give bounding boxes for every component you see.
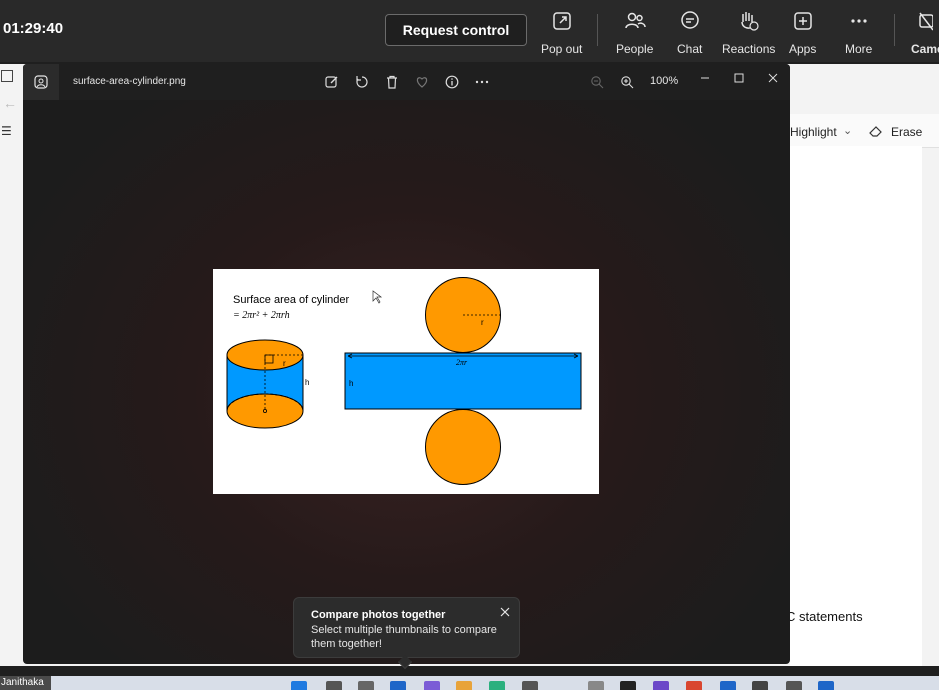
cylinder-radius-label: r [283, 359, 286, 368]
task-view-icon[interactable] [358, 681, 374, 690]
back-arrow-icon[interactable]: ← [3, 95, 17, 111]
toast-body: Select multiple thumbnails to compare th… [311, 624, 497, 650]
chevron-down-icon[interactable]: ⌄ [843, 124, 852, 137]
apps-label: Apps [789, 42, 817, 56]
meeting-timer: 01:29:40 [3, 20, 64, 37]
toolbar-divider [597, 14, 598, 46]
reactions-icon [740, 12, 759, 31]
favorite-icon [416, 77, 428, 88]
more-options-button[interactable] [474, 74, 490, 90]
dropbox-icon[interactable] [620, 681, 636, 690]
reactions-label: Reactions [722, 42, 776, 56]
diagram-formula: = 2πr² + 2πrh [233, 310, 290, 321]
people-button[interactable]: People [616, 10, 653, 56]
teams-active-icon[interactable] [653, 681, 669, 690]
apps-button[interactable]: Apps [789, 10, 816, 56]
request-control-button[interactable]: Request control [385, 14, 527, 46]
net-bottom-circle [425, 409, 501, 485]
maximize-button[interactable] [729, 68, 749, 88]
close-window-button[interactable] [763, 68, 783, 88]
chat-label: Chat [677, 42, 703, 56]
document-text: C statements [786, 609, 863, 624]
mouse-cursor-icon [372, 290, 383, 304]
minimize-button[interactable] [695, 68, 715, 88]
erase-tool[interactable]: Erase [891, 125, 922, 139]
camera-off-icon [919, 12, 933, 31]
pop-out-button[interactable]: Pop out [541, 10, 582, 56]
store-icon[interactable] [522, 681, 538, 690]
rotate-icon [356, 76, 368, 88]
search-icon[interactable] [326, 681, 342, 690]
info-icon [445, 75, 459, 89]
minimize-icon [701, 77, 709, 79]
start-icon[interactable] [291, 681, 307, 690]
camera-button[interactable]: Came [911, 10, 939, 56]
outlook-icon[interactable] [720, 681, 736, 690]
close-icon [768, 73, 778, 83]
compare-photos-toast: Compare photos together Select multiple … [293, 597, 520, 670]
teams-icon[interactable] [424, 681, 440, 690]
edit-button[interactable] [324, 74, 340, 90]
zoom-in-icon [621, 76, 634, 89]
list-icon[interactable]: ☰ [1, 124, 12, 138]
delete-button[interactable] [384, 74, 400, 90]
eraser-icon [869, 126, 882, 137]
meeting-control-bar: 01:29:40 Request control Pop out People … [0, 0, 939, 62]
app2-icon[interactable] [786, 681, 802, 690]
viewer-tab[interactable] [23, 64, 59, 100]
toast-pointer [397, 654, 413, 670]
more-icon [851, 19, 867, 23]
cylinder-3d [226, 339, 304, 429]
camera-label: Came [911, 42, 939, 56]
window-icon [1, 70, 13, 82]
zoom-in-button[interactable] [619, 74, 635, 90]
more-options-icon [475, 80, 489, 84]
widgets-icon[interactable] [390, 681, 406, 690]
circumference-label: 2πr [456, 358, 468, 367]
toolbar-divider [894, 14, 895, 46]
maximize-icon [734, 73, 744, 83]
delete-icon [387, 75, 397, 89]
app-icon[interactable] [588, 681, 604, 690]
file-explorer-icon[interactable] [456, 681, 472, 690]
edge-icon[interactable] [489, 681, 505, 690]
zoom-out-button[interactable] [589, 74, 605, 90]
photos-app-icon [34, 75, 48, 89]
apps-icon [793, 12, 812, 30]
people-icon [624, 12, 646, 29]
more-label: More [845, 42, 873, 56]
displayed-image: Surface area of cylinder = 2πr² + 2πrh r… [213, 269, 599, 494]
edit-icon [325, 76, 338, 88]
calculator-icon[interactable] [752, 681, 768, 690]
reactions-button[interactable]: Reactions [722, 10, 775, 56]
word-icon[interactable] [818, 681, 834, 690]
net-height-label: h [349, 379, 353, 388]
chat-button[interactable]: Chat [677, 10, 702, 56]
pop-out-label: Pop out [541, 42, 583, 56]
viewer-titlebar: surface-area-cylinder.png 100% [23, 64, 790, 100]
background-document-page [790, 146, 922, 666]
more-button[interactable]: More [845, 10, 872, 56]
favorite-button[interactable] [414, 74, 430, 90]
background-left-strip: ← ☰ [0, 64, 23, 666]
net-top-radius-label: r [481, 318, 484, 327]
close-icon[interactable] [498, 605, 512, 619]
chat-icon [680, 11, 699, 29]
presenter-name-chip: Janithaka [0, 676, 51, 690]
people-label: People [616, 42, 654, 56]
diagram-title: Surface area of cylinder [233, 294, 350, 306]
zoom-level[interactable]: 100% [650, 75, 678, 87]
chrome-icon[interactable] [686, 681, 702, 690]
cylinder-height-label: h [305, 378, 309, 387]
pop-out-icon [552, 12, 571, 30]
highlight-tool[interactable]: Highlight [790, 125, 837, 139]
toast-title: Compare photos together [311, 609, 446, 621]
cylinder-diagram: Surface area of cylinder = 2πr² + 2πrh r… [226, 277, 582, 485]
file-name: surface-area-cylinder.png [73, 76, 186, 87]
photo-viewer-window: surface-area-cylinder.png 100% Surface a… [23, 64, 790, 664]
zoom-out-icon [591, 76, 604, 89]
rotate-button[interactable] [354, 74, 370, 90]
info-button[interactable] [444, 74, 460, 90]
